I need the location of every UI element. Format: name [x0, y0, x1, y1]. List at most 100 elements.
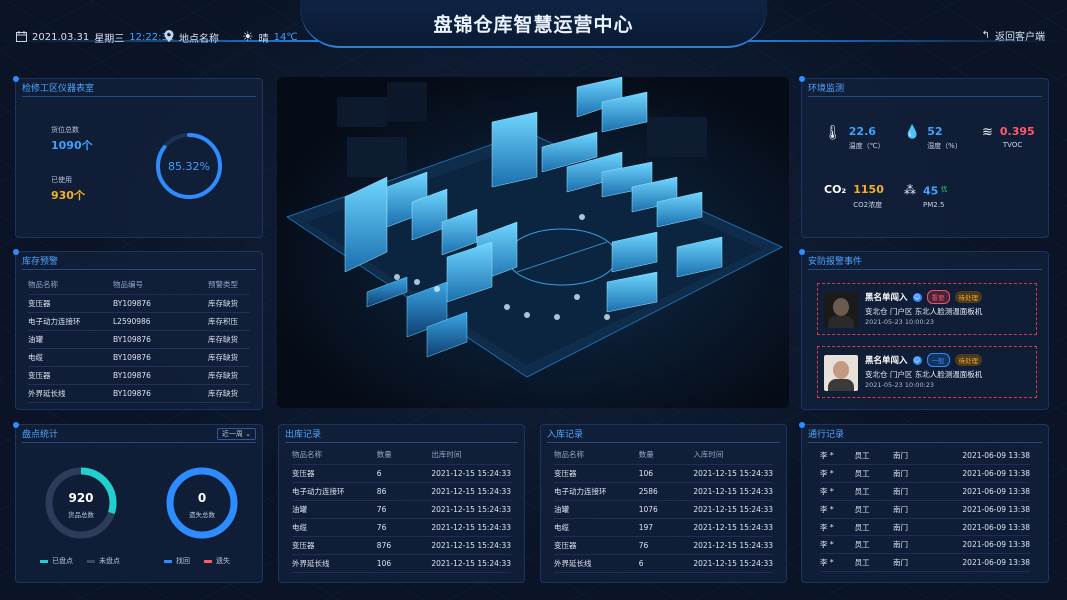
co2-icon: CO₂ — [824, 183, 847, 196]
back-to-client-button[interactable]: ↰ 返回客户端 — [982, 28, 1045, 43]
panel-header: 通行记录 — [808, 425, 1042, 443]
event-title: 黑名单闯入 — [865, 356, 908, 366]
panel-header: 入库记录 — [547, 425, 780, 443]
panel-title: 入库记录 — [547, 430, 584, 440]
table-row[interactable]: 李 * 员工 南门 2021-06-09 13:38 — [820, 553, 1030, 573]
table-row[interactable]: 外界延长线 BY109876 库存缺货 — [28, 384, 250, 403]
alarm-event-card[interactable]: 黑名单闯入 ☺ 重要 待处理 变北仓 门户区 东北人脸测温面板机 2021-05-23 1… — [817, 283, 1037, 335]
period-select[interactable]: 近一周 ⌄ — [216, 427, 256, 440]
weather-text: 晴 — [258, 34, 269, 45]
table-row[interactable]: 变压器 106 2021-12-15 15:24:33 — [554, 464, 773, 483]
table-cell: 李 * — [820, 553, 855, 573]
table-cell: 变压器 — [28, 294, 113, 313]
table-cell: 南门 — [892, 482, 963, 501]
table-cell: 油罐 — [292, 500, 377, 519]
table-cell: 2021-12-15 15:24:33 — [431, 518, 511, 537]
temperature-value: 22.6 — [848, 125, 876, 138]
panel-title: 环境监测 — [808, 84, 845, 94]
table-cell: 南门 — [892, 464, 963, 484]
table-cell: 6 — [638, 554, 694, 573]
panel-header: 检修工区仪器表室 — [22, 79, 256, 97]
table-cell: 电子动力连接环 — [554, 482, 639, 501]
table-cell: 电子动力连接环 — [292, 482, 377, 501]
event-time: 2021-05-23 10:00:23 — [865, 318, 935, 326]
table-row[interactable]: 电缆 76 2021-12-15 15:24:33 — [292, 518, 511, 537]
passage-table: 李 * 员工 南门 2021-06-09 13:38 李 * 员工 南门 2021-06-09… — [820, 447, 1030, 573]
event-time: 2021-05-23 10:00:23 — [865, 381, 935, 389]
table-row[interactable]: 变压器 6 2021-12-15 15:24:33 — [292, 464, 511, 483]
table-cell: 2021-12-15 15:24:33 — [431, 536, 511, 555]
table-cell: 2021-12-15 15:24:33 — [431, 464, 511, 483]
table-row[interactable]: 电子动力连接环 86 2021-12-15 15:24:33 — [292, 482, 511, 501]
table-row[interactable]: 油罐 BY109876 库存缺货 — [28, 330, 250, 349]
table-cell: 2586 — [638, 482, 694, 501]
total-goods-value: 920 — [68, 491, 94, 505]
table-cell: 1076 — [638, 500, 694, 519]
table-row[interactable]: 李 * 员工 南门 2021-06-09 13:38 — [820, 482, 1030, 501]
table-cell: BY109876 — [113, 294, 208, 313]
user-badge-icon: ☺ — [912, 355, 922, 365]
table-cell: 员工 — [854, 447, 893, 466]
table-cell: 2021-12-15 15:24:33 — [431, 554, 511, 573]
table-row[interactable]: 外界延长线 6 2021-12-15 15:24:33 — [554, 554, 773, 573]
warehouse-map-illustration — [285, 77, 784, 378]
total-label: 货位总数 — [51, 126, 79, 134]
period-value: 近一周 — [221, 429, 243, 438]
temperature-metric: 🌡 22.6 温度（℃） — [824, 125, 885, 151]
table-row[interactable]: 变压器 76 2021-12-15 15:24:33 — [554, 536, 773, 555]
table-header-row: 物品名称 物品编号 预警类型 — [28, 276, 250, 295]
event-level-badge: 重要 — [926, 290, 950, 304]
table-cell: 南门 — [892, 553, 963, 573]
co2-label: CO2浓度 — [853, 201, 883, 209]
warehouse-3d-view[interactable] — [277, 77, 789, 408]
sun-icon: ☀ — [242, 30, 254, 45]
table-cell: 变压器 — [554, 464, 639, 483]
table-row[interactable]: 李 * 员工 南门 2021-06-09 13:38 — [820, 518, 1030, 537]
table-cell: 李 * — [820, 500, 855, 519]
tvoc-value: 0.395 — [999, 125, 1035, 138]
table-row[interactable]: 电缆 BY109876 库存缺货 — [28, 348, 250, 367]
table-row[interactable]: 变压器 876 2021-12-15 15:24:33 — [292, 536, 511, 555]
table-cell: 库存缺货 — [208, 348, 250, 367]
table-row[interactable]: 李 * 员工 南门 2021-06-09 13:38 — [820, 464, 1030, 484]
table-row[interactable]: 电子动力连接环 L2590986 库存积压 — [28, 312, 250, 331]
column-header: 数量 — [638, 446, 694, 465]
table-cell: 员工 — [854, 518, 893, 537]
alarm-event-card[interactable]: 黑名单闯入 ☺ 一般 待处理 变北仓 门户区 东北人脸测温面板机 2021-05-23 1… — [817, 346, 1037, 398]
table-row[interactable]: 变压器 BY109876 库存缺货 — [28, 294, 250, 313]
table-row[interactable]: 变压器 BY109876 库存缺货 — [28, 366, 250, 385]
avatar — [824, 355, 858, 391]
panel-title: 检修工区仪器表室 — [22, 84, 95, 94]
table-cell: 员工 — [854, 535, 893, 555]
table-cell: 变压器 — [292, 536, 377, 555]
table-row[interactable]: 油罐 1076 2021-12-15 15:24:33 — [554, 500, 773, 519]
table-cell: 2021-12-15 15:24:33 — [693, 500, 773, 519]
usage-percent: 85.32% — [168, 160, 210, 173]
tvoc-label: TVOC — [1002, 141, 1023, 149]
event-level-badge: 一般 — [926, 353, 950, 367]
table-cell: 2021-12-15 15:24:33 — [693, 482, 773, 501]
table-cell: 油罐 — [28, 330, 113, 349]
avatar — [824, 292, 858, 328]
temperature-text: 14℃ — [273, 32, 298, 43]
table-cell: 2021-06-09 13:38 — [962, 464, 1030, 484]
table-row[interactable]: 李 * 员工 南门 2021-06-09 13:38 — [820, 535, 1030, 555]
table-row[interactable]: 李 * 员工 南门 2021-06-09 13:38 — [820, 500, 1030, 519]
chevron-down-icon: ⌄ — [245, 429, 251, 438]
table-cell: 2021-12-15 15:24:33 — [431, 500, 511, 519]
table-row[interactable]: 油罐 76 2021-12-15 15:24:33 — [292, 500, 511, 519]
panel-title: 出库记录 — [285, 430, 322, 440]
table-cell: 2021-12-15 15:24:33 — [431, 482, 511, 501]
event-desc: 变北仓 门户区 东北人脸测温面板机 — [865, 307, 983, 316]
table-row[interactable]: 电缆 197 2021-12-15 15:24:33 — [554, 518, 773, 537]
instrument-panel: 检修工区仪器表室 货位总数 1090个 已使用 930个 85.32% — [13, 76, 263, 238]
table-cell: 2021-06-09 13:38 — [962, 518, 1030, 537]
table-row[interactable]: 电子动力连接环 2586 2021-12-15 15:24:33 — [554, 482, 773, 501]
table-row[interactable]: 李 * 员工 南门 2021-06-09 13:38 — [820, 447, 1030, 466]
pm25-metric: ⁂ 45 优 PM2.5 — [904, 183, 947, 209]
stock-alert-panel: 库存预警 物品名称 物品编号 预警类型 变压器 BY109876 库存缺货 电子动力连… — [13, 249, 263, 410]
table-header-row: 物品名称 数量 出库时间 — [292, 446, 511, 465]
panel-header: 盘点统计 近一周 ⌄ — [22, 425, 256, 443]
table-row[interactable]: 外界延长线 106 2021-12-15 15:24:33 — [292, 554, 511, 573]
date-text: 2021.03.31 — [32, 32, 90, 43]
